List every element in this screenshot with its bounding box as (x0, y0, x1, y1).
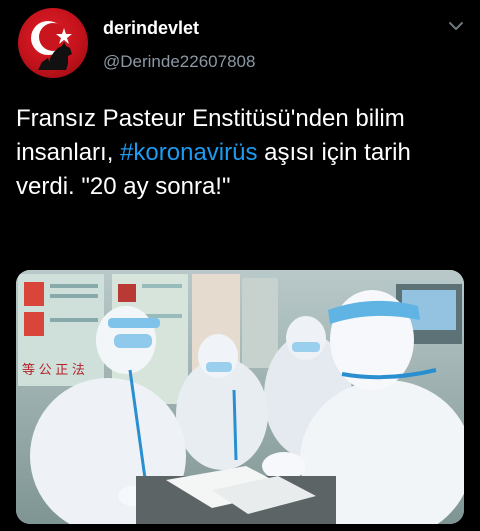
user-handle[interactable]: @Derinde22607808 (103, 52, 255, 72)
medical-workers-photo: 等 公 正 法 (16, 270, 464, 524)
tweet-image[interactable]: 等 公 正 法 (16, 270, 464, 524)
crescent-star-wolf-icon (31, 21, 72, 70)
display-name[interactable]: derindevlet (103, 18, 199, 39)
tweet-text: Fransız Pasteur Enstitüsü'nden bilim ins… (16, 102, 468, 204)
avatar[interactable] (18, 8, 88, 78)
hashtag-link[interactable]: #koronavirüs (120, 139, 257, 166)
chevron-down-icon[interactable] (446, 16, 466, 36)
sign-text: 等 公 正 法 (22, 362, 85, 377)
tweet: derindevlet @Derinde22607808 Fransız Pas… (0, 0, 480, 531)
